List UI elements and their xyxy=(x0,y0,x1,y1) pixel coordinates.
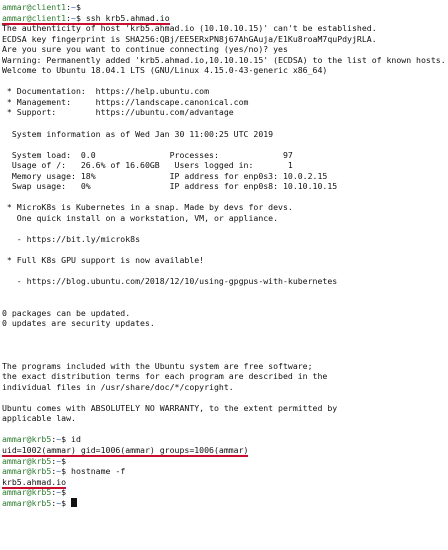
output-line: krb5.ahmad.io xyxy=(2,476,448,489)
output-line: * Support: https://ubuntu.com/advantage xyxy=(2,107,448,118)
text-cursor[interactable] xyxy=(71,497,78,507)
terminal-window[interactable]: ammar@client1:~$ ammar@client1:~$ ssh kr… xyxy=(0,0,448,550)
output-line: uid=1002(ammar) gid=1006(ammar) groups=1… xyxy=(2,444,448,457)
output-text: The programs included with the Ubuntu sy… xyxy=(2,360,313,371)
output-text: Ubuntu comes with ABSOLUTELY NO WARRANTY… xyxy=(2,402,338,413)
prompt-user-host: ammar@krb5 xyxy=(2,466,52,477)
prompt-user-host: ammar@client1 xyxy=(2,12,67,23)
prompt-user-host: ammar@krb5 xyxy=(2,434,52,445)
output-line: Usage of /: 26.6% of 16.60GB Users logge… xyxy=(2,160,448,171)
output-text: System load: 0.0 Processes: 97 xyxy=(2,149,293,160)
prompt-line: ammar@krb5:~$ id xyxy=(2,434,448,445)
output-text: * Management: https://landscape.canonica… xyxy=(2,96,249,107)
command-text: hostname -f xyxy=(71,466,126,477)
output-line: - https://blog.ubuntu.com/2018/12/10/usi… xyxy=(2,276,448,287)
output-line: Warning: Permanently added 'krb5.ahmad.i… xyxy=(2,55,448,66)
prompt-line: ammar@krb5:~$ xyxy=(2,497,448,509)
prompt-content: ammar@krb5:~$ xyxy=(2,497,72,508)
output-text: Warning: Permanently added 'krb5.ahmad.i… xyxy=(2,54,446,65)
output-line: * Full K8s GPU support is now available! xyxy=(2,255,448,266)
prompt-content: ammar@client1:~$ xyxy=(2,2,86,12)
output-line: applicable law. xyxy=(2,413,448,424)
output-text: ECDSA key fingerprint is SHA256:QBj/EE5E… xyxy=(2,33,377,44)
output-line: * Documentation: https://help.ubuntu.com xyxy=(2,86,448,97)
output-text: 0 packages can be updated. xyxy=(2,307,131,318)
output-line: System information as of Wed Jan 30 11:0… xyxy=(2,129,448,140)
output-line: 0 updates are security updates. xyxy=(2,318,448,329)
output-text: Swap usage: 0% IP address for enp0s8: 10… xyxy=(2,181,338,192)
prompt-line: ammar@krb5:~$ xyxy=(2,487,448,498)
prompt-line: ammar@client1:~$ ssh krb5.ahmad.io xyxy=(2,12,448,25)
output-text: the exact distribution terms for each pr… xyxy=(2,371,328,382)
output-text: applicable law. xyxy=(2,413,76,424)
output-text: Welcome to Ubuntu 18.04.1 LTS (GNU/Linux… xyxy=(2,65,328,76)
output-line: ECDSA key fingerprint is SHA256:QBj/EE5E… xyxy=(2,34,448,45)
output-line: One quick install on a workstation, VM, … xyxy=(2,213,448,224)
output-text: - https://blog.ubuntu.com/2018/12/10/usi… xyxy=(2,276,338,287)
prompt-user-host: ammar@krb5 xyxy=(2,455,52,466)
output-line: the exact distribution terms for each pr… xyxy=(2,371,448,382)
output-text: * Full K8s GPU support is now available! xyxy=(2,255,205,266)
prompt-user-host: ammar@client1 xyxy=(2,2,67,12)
output-text: The authenticity of host 'krb5.ahmad.io … xyxy=(2,23,377,34)
output-line: Are you sure you want to continue connec… xyxy=(2,44,448,55)
command-text: id xyxy=(71,434,81,445)
prompt-user-host: ammar@krb5 xyxy=(2,487,52,498)
output-line: 0 packages can be updated. xyxy=(2,308,448,319)
prompt-content: ammar@krb5:~$ xyxy=(2,487,72,498)
output-text: Usage of /: 26.6% of 16.60GB Users logge… xyxy=(2,160,293,171)
output-text: * Support: https://ubuntu.com/advantage xyxy=(2,107,234,118)
prompt-content: ammar@krb5:~$ id xyxy=(2,434,81,445)
prompt-line: ammar@krb5:~$ xyxy=(2,456,448,467)
output-text: Are you sure you want to continue connec… xyxy=(2,44,288,55)
prompt-user-host: ammar@krb5 xyxy=(2,497,52,508)
output-line: Swap usage: 0% IP address for enp0s8: 10… xyxy=(2,181,448,192)
output-line: - https://bit.ly/microk8s xyxy=(2,234,448,245)
output-text: System information as of Wed Jan 30 11:0… xyxy=(2,128,274,139)
prompt-content: ammar@krb5:~$ hostname -f xyxy=(2,466,126,477)
output-text: * MicroK8s is Kubernetes in a snap. Made… xyxy=(2,202,293,213)
output-line: individual files in /usr/share/doc/*/cop… xyxy=(2,382,448,393)
output-line: Ubuntu comes with ABSOLUTELY NO WARRANTY… xyxy=(2,403,448,414)
output-line: Welcome to Ubuntu 18.04.1 LTS (GNU/Linux… xyxy=(2,65,448,76)
output-line: The authenticity of host 'krb5.ahmad.io … xyxy=(2,23,448,34)
command-text: ssh krb5.ahmad.io xyxy=(85,12,170,23)
output-line: * MicroK8s is Kubernetes in a snap. Made… xyxy=(2,202,448,213)
output-text: - https://bit.ly/microk8s xyxy=(2,234,141,245)
output-line: * Management: https://landscape.canonica… xyxy=(2,97,448,108)
output-text: individual files in /usr/share/doc/*/cop… xyxy=(2,381,234,392)
output-text: * Documentation: https://help.ubuntu.com xyxy=(2,86,210,97)
prompt-line: ammar@client1:~$ xyxy=(2,2,448,13)
output-line: Memory usage: 18% IP address for enp0s3:… xyxy=(2,171,448,182)
output-text: 0 updates are security updates. xyxy=(2,318,155,329)
output-text: One quick install on a workstation, VM, … xyxy=(2,212,279,223)
output-line: System load: 0.0 Processes: 97 xyxy=(2,150,448,161)
prompt-line: ammar@krb5:~$ hostname -f xyxy=(2,466,448,477)
output-text: Memory usage: 18% IP address for enp0s3:… xyxy=(2,170,328,181)
output-line: The programs included with the Ubuntu sy… xyxy=(2,361,448,372)
prompt-content: ammar@krb5:~$ xyxy=(2,455,72,466)
